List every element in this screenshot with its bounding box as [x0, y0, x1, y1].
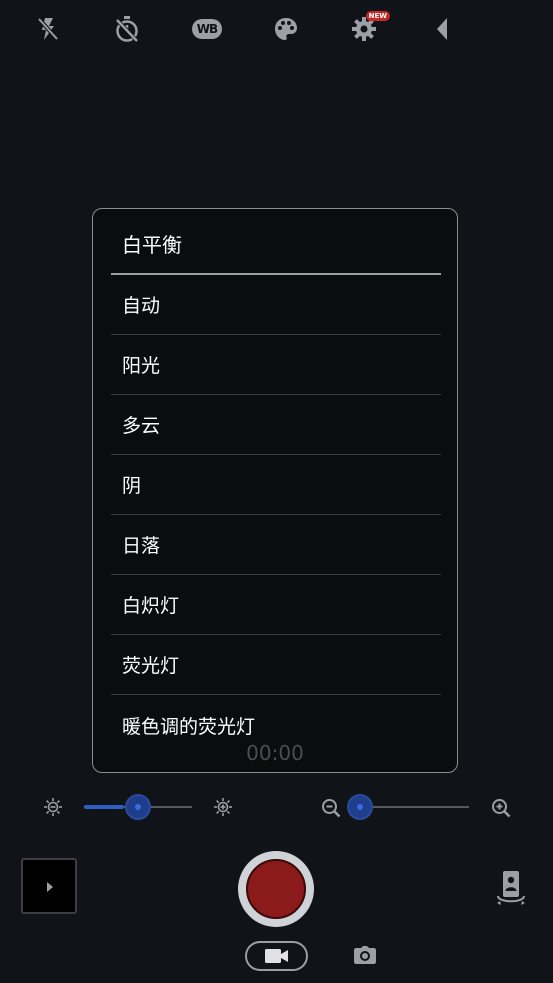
palette-icon[interactable]	[268, 12, 304, 46]
white-balance-options: 自动 阳光 多云 阴 日落 白炽灯 荧光灯 暖色调的荧光灯	[111, 275, 441, 755]
zoom-in-icon[interactable]	[490, 797, 512, 819]
exposure-minus-icon[interactable]	[42, 796, 64, 818]
play-icon	[47, 882, 53, 892]
wb-label: WB	[192, 19, 222, 39]
flash-off-icon[interactable]	[30, 12, 66, 46]
option-daylight[interactable]: 阳光	[111, 335, 441, 395]
option-fluorescent[interactable]: 荧光灯	[111, 635, 441, 695]
timer-off-icon[interactable]	[109, 12, 145, 46]
zoom-thumb[interactable]	[347, 794, 373, 820]
option-shade[interactable]: 阴	[111, 455, 441, 515]
recording-timer: 00:00	[246, 741, 304, 765]
exposure-thumb[interactable]	[125, 794, 151, 820]
video-mode-toggle[interactable]	[245, 941, 308, 971]
white-balance-icon[interactable]: WB	[189, 12, 225, 46]
option-incandescent[interactable]: 白炽灯	[111, 575, 441, 635]
option-sunset[interactable]: 日落	[111, 515, 441, 575]
record-button-inner	[246, 859, 306, 919]
gallery-thumbnail[interactable]	[21, 858, 77, 914]
photo-mode-icon[interactable]	[353, 944, 377, 966]
switch-camera-icon[interactable]	[494, 868, 528, 908]
option-cloudy[interactable]: 多云	[111, 395, 441, 455]
video-mode-icon	[264, 946, 290, 966]
white-balance-menu: 白平衡 自动 阳光 多云 阴 日落 白炽灯 荧光灯 暖色调的荧光灯 00:00	[92, 208, 458, 773]
record-button[interactable]	[238, 851, 314, 927]
zoom-out-icon[interactable]	[320, 797, 342, 819]
exposure-fill	[84, 805, 124, 809]
popup-title: 白平衡	[122, 233, 182, 257]
new-badge: NEW	[365, 11, 390, 21]
collapse-arrow-icon[interactable]	[424, 12, 460, 46]
option-auto[interactable]: 自动	[111, 275, 441, 335]
exposure-plus-icon[interactable]	[212, 796, 234, 818]
settings-icon[interactable]: NEW	[346, 11, 390, 46]
